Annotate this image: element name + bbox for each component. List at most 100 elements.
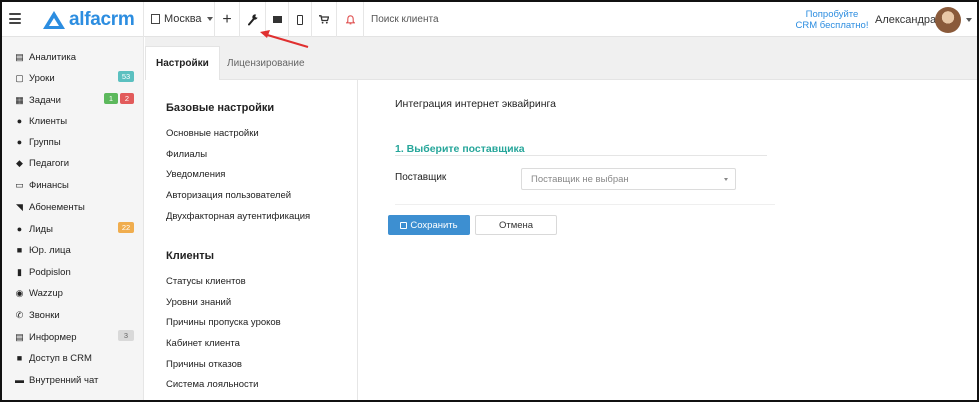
menu-link-main-settings[interactable]: Основные настройки — [166, 128, 259, 139]
document-icon: ▮ — [17, 266, 22, 277]
money-icon: ▭ — [15, 179, 24, 190]
divider — [363, 2, 364, 37]
sidebar-item-label: Клиенты — [29, 115, 68, 127]
badge-group: 1 2 — [104, 93, 134, 104]
logo-text: alfacrm — [69, 9, 135, 30]
lock-icon: ■ — [16, 353, 23, 363]
informer-icon: ▤ — [15, 331, 24, 342]
sidebar-item-informer[interactable]: ▤ Информер 3 — [14, 330, 138, 344]
logo[interactable]: alfacrm — [42, 9, 135, 31]
save-button-label: Сохранить — [410, 219, 458, 231]
sidebar-item-finance[interactable]: ▭ Финансы — [14, 178, 138, 192]
count-badge: 3 — [118, 330, 134, 341]
users-icon: ● — [16, 137, 23, 147]
user-icon: ● — [16, 116, 23, 126]
section-title: Базовые настройки — [166, 102, 275, 114]
sidebar-item-label: Юр. лица — [29, 244, 71, 256]
sidebar-item-clients[interactable]: ● Клиенты — [14, 114, 138, 128]
chevron-down-icon[interactable] — [966, 18, 972, 22]
provider-select[interactable]: Поставщик не выбран — [521, 168, 736, 190]
add-button[interactable]: + — [215, 2, 239, 37]
sidebar-item-calls[interactable]: ✆ Звонки — [14, 308, 138, 322]
promo-line: Попробуйте — [805, 9, 859, 20]
menu-icon[interactable] — [9, 13, 21, 24]
sidebar-item-teachers[interactable]: ◆ Педагоги — [14, 156, 138, 170]
mail-icon — [272, 16, 282, 23]
count-badge: 53 — [118, 71, 134, 82]
menu-link-user-auth[interactable]: Авторизация пользователей — [166, 190, 291, 201]
sidebar-item-label: Доступ в CRM — [29, 352, 92, 364]
sidebar-item-label: Информер — [29, 331, 77, 343]
user-name[interactable]: Александра — [875, 14, 936, 26]
divider — [395, 204, 775, 205]
wrench-icon — [247, 13, 257, 25]
settings-menu: Базовые настройки Основные настройки Фил… — [145, 80, 358, 400]
logo-mark-icon — [43, 11, 65, 29]
menu-link-notifications[interactable]: Уведомления — [166, 169, 225, 180]
chevron-down-icon — [206, 17, 213, 21]
mail-button[interactable] — [266, 2, 288, 37]
chat-icon: ▬ — [15, 375, 24, 385]
cancel-button[interactable]: Отмена — [475, 215, 557, 235]
sidebar-item-label: Уроки — [29, 72, 55, 84]
menu-link-2fa[interactable]: Двухфакторная аутентификация — [166, 211, 310, 222]
settings-button[interactable] — [240, 2, 265, 37]
sidebar-item-lessons[interactable]: ▢ Уроки 53 — [14, 71, 138, 85]
menu-link-refusal-reasons[interactable]: Причины отказов — [166, 359, 242, 370]
sidebar-item-analytics[interactable]: ▤ Аналитика — [14, 50, 138, 64]
sidebar-item-wazzup[interactable]: ◉ Wazzup — [14, 286, 138, 300]
count-badge: 1 — [104, 93, 118, 104]
mobile-button[interactable] — [289, 2, 311, 37]
section-title: Клиенты — [166, 250, 215, 262]
sidebar-item-leads[interactable]: ● Лиды 22 — [14, 222, 138, 236]
save-icon — [400, 221, 408, 229]
save-button[interactable]: Сохранить — [388, 215, 470, 235]
teacher-icon: ◆ — [16, 157, 23, 168]
cart-button[interactable] — [312, 2, 336, 37]
sidebar-item-podpislon[interactable]: ▮ Podpislon — [14, 265, 138, 279]
menu-link-knowledge-levels[interactable]: Уровни знаний — [166, 297, 231, 308]
calendar-icon: ▢ — [15, 72, 24, 83]
city-label: Москва — [164, 13, 202, 25]
avatar[interactable] — [935, 7, 961, 33]
app-window: alfacrm Москва + Поиск клиента Попробуйт… — [0, 0, 979, 402]
tab-settings[interactable]: Настройки — [145, 46, 220, 80]
menu-link-client-cabinet[interactable]: Кабинет клиента — [166, 338, 240, 349]
notifications-button[interactable] — [337, 2, 363, 37]
step-title: 1. Выберите поставщика — [395, 143, 525, 155]
phone-icon: ✆ — [15, 309, 24, 320]
tab-bar: Настройки Лицензирование — [145, 37, 977, 80]
menu-link-loyalty[interactable]: Система лояльности — [166, 379, 258, 390]
sidebar-item-legal-entities[interactable]: ■ Юр. лица — [14, 243, 138, 257]
tasks-icon: ▦ — [15, 94, 24, 105]
menu-link-absence-reasons[interactable]: Причины пропуска уроков — [166, 317, 281, 328]
provider-select-value: Поставщик не выбран — [531, 174, 629, 185]
sidebar-item-tasks[interactable]: ▦ Задачи 1 2 — [14, 93, 138, 107]
divider — [143, 2, 144, 37]
chevron-down-icon — [724, 178, 728, 181]
sidebar-item-internal-chat[interactable]: ▬ Внутренний чат — [14, 373, 138, 387]
count-badge: 22 — [118, 222, 134, 233]
divider — [395, 155, 767, 156]
menu-link-branches[interactable]: Филиалы — [166, 149, 207, 160]
sidebar-item-label: Финансы — [29, 179, 69, 191]
sidebar-item-subscriptions[interactable]: ◥ Абонементы — [14, 200, 138, 214]
sidebar: ▤ Аналитика ▢ Уроки 53 ▦ Задачи 1 2 ● Кл… — [2, 37, 144, 400]
menu-link-client-statuses[interactable]: Статусы клиентов — [166, 276, 246, 287]
sidebar-item-label: Podpislon — [29, 266, 71, 278]
count-badge: 2 — [120, 93, 134, 104]
client-search-input[interactable]: Поиск клиента — [371, 14, 439, 25]
sidebar-item-label: Аналитика — [29, 51, 77, 63]
city-selector[interactable]: Москва — [151, 13, 213, 25]
page-title: Интеграция интернет эквайринга — [395, 98, 556, 110]
sidebar-item-groups[interactable]: ● Группы — [14, 135, 138, 149]
sidebar-item-label: Задачи — [29, 94, 61, 106]
sidebar-item-crm-access[interactable]: ■ Доступ в CRM — [14, 351, 138, 365]
main-panel: Интеграция интернет эквайринга 1. Выбери… — [359, 80, 977, 400]
cart-icon — [319, 15, 329, 24]
trial-promo-link[interactable]: Попробуйте CRM бесплатно! — [792, 9, 872, 31]
briefcase-icon: ■ — [16, 245, 23, 255]
top-bar: alfacrm Москва + Поиск клиента Попробуйт… — [2, 2, 977, 37]
analytics-icon: ▤ — [15, 51, 24, 62]
tab-licensing[interactable]: Лицензирование — [217, 46, 315, 80]
